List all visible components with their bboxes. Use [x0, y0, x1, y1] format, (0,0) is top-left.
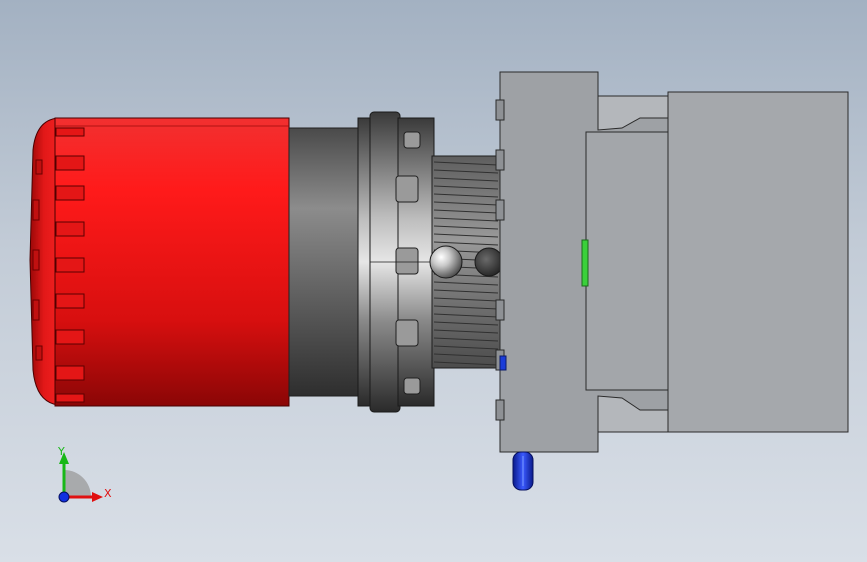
- cap-rib: [55, 329, 85, 345]
- cap-rib: [55, 257, 85, 273]
- locking-ring[interactable]: [357, 111, 435, 413]
- contact-block-module[interactable]: [667, 91, 849, 433]
- cap-rib: [55, 393, 85, 403]
- cap-rib: [55, 293, 85, 309]
- cap-rib: [55, 221, 85, 237]
- cap-rib: [55, 365, 85, 381]
- cap-rib: [55, 155, 85, 171]
- terminal-blue[interactable]: [512, 451, 534, 491]
- threaded-collar[interactable]: [429, 155, 504, 369]
- cap-rib: [55, 185, 85, 201]
- model-canvas[interactable]: Y X: [0, 0, 867, 562]
- contact-block-housing[interactable]: [495, 71, 671, 453]
- graphics-viewport[interactable]: Y X: [0, 0, 867, 562]
- x-axis-label: X: [104, 487, 112, 500]
- z-axis-dot: [58, 491, 70, 503]
- indicator-green: [581, 239, 589, 287]
- y-axis-label: Y: [57, 445, 65, 458]
- cap-stem[interactable]: [288, 127, 362, 397]
- mushroom-cap[interactable]: [29, 117, 290, 407]
- cap-rib: [55, 127, 85, 137]
- axis-triad: Y X: [57, 445, 112, 503]
- triad-plane: [64, 470, 91, 497]
